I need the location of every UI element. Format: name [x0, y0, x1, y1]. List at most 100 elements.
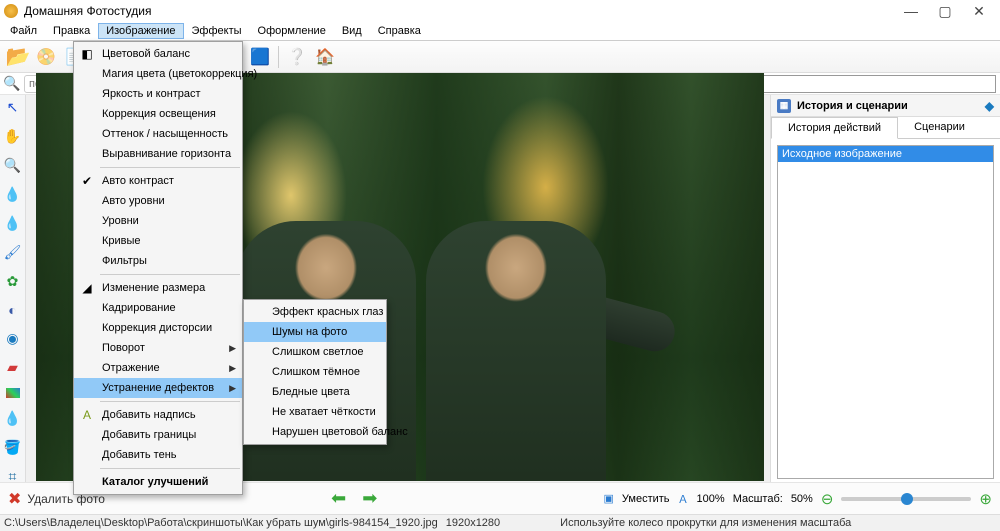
history-panel-icon: ▦ — [777, 99, 791, 113]
history-list[interactable]: Исходное изображение — [777, 145, 994, 479]
menu-item[interactable]: Яркость и контраст — [74, 84, 242, 104]
menu-item[interactable]: Оттенок / насыщенность — [74, 124, 242, 144]
menu-справка[interactable]: Справка — [370, 23, 429, 39]
menu-эффекты[interactable]: Эффекты — [184, 23, 250, 39]
menu-item-label: Устранение дефектов — [102, 382, 214, 394]
menu-item[interactable]: Каталог улучшений — [74, 472, 242, 492]
pointer-tool-icon[interactable]: ↖ — [4, 99, 22, 116]
brush-icon[interactable]: 🖌 — [4, 244, 22, 261]
status-bar: C:\Users\Владелец\Desktop\Работа\скриншо… — [0, 514, 1000, 531]
menu-item[interactable]: Добавить тень — [74, 445, 242, 465]
next-arrow-icon[interactable]: ➡ — [362, 488, 377, 509]
menu-item[interactable]: Кадрирование — [74, 298, 242, 318]
menu-item-label: Коррекция дисторсии — [102, 322, 212, 334]
menu-item-label: Добавить надпись — [102, 409, 196, 421]
menu-item-label: Изменение размера — [102, 282, 205, 294]
submenu-item[interactable]: Слишком светлое — [244, 342, 386, 362]
bucket-icon[interactable]: 🪣 — [4, 439, 22, 456]
minimize-button[interactable]: — — [894, 0, 928, 22]
menu-оформление[interactable]: Оформление — [250, 23, 334, 39]
toolbar-separator — [278, 46, 279, 68]
color-square-icon[interactable] — [6, 388, 20, 398]
stamp-icon[interactable]: ✿ — [4, 273, 22, 290]
menu-item[interactable]: Добавить границы — [74, 425, 242, 445]
zoom-in-icon[interactable]: ⊕ — [979, 490, 992, 508]
tab-history[interactable]: История действий — [771, 117, 898, 139]
spiral-icon[interactable]: ◉ — [4, 330, 22, 347]
menu-item[interactable]: Магия цвета (цветокоррекция) — [74, 64, 242, 84]
image-menu-dropdown: ◧Цветовой балансМагия цвета (цветокоррек… — [73, 41, 243, 495]
menu-item[interactable]: Коррекция дисторсии — [74, 318, 242, 338]
menu-item[interactable]: Выравнивание горизонта — [74, 144, 242, 164]
submenu-item[interactable]: Бледные цвета — [244, 382, 386, 402]
submenu-item[interactable]: Нарушен цветовой баланс — [244, 422, 386, 442]
submenu-arrow-icon: ▶ — [229, 363, 236, 374]
submenu-item[interactable]: Эффект красных глаз — [244, 302, 386, 322]
menu-изображение[interactable]: Изображение — [98, 23, 183, 39]
menu-item-label: Магия цвета (цветокоррекция) — [102, 68, 257, 80]
fit-icon[interactable]: ▣ — [604, 492, 614, 505]
zoom-slider[interactable] — [841, 497, 971, 501]
help-icon[interactable]: ❔ — [284, 44, 310, 70]
zoom-tool-icon[interactable]: 🔍 — [4, 157, 22, 174]
zoom-out-icon[interactable]: ⊖ — [821, 490, 834, 508]
menu-item[interactable]: ◢Изменение размера — [74, 278, 242, 298]
submenu-item[interactable]: Слишком тёмное — [244, 362, 386, 382]
submenu-item[interactable]: Не хватает чёткости — [244, 402, 386, 422]
maximize-button[interactable]: ▢ — [928, 0, 962, 22]
menu-item-label: Коррекция освещения — [102, 108, 216, 120]
menu-item[interactable]: ◧Цветовой баланс — [74, 44, 242, 64]
menu-item-label: Выравнивание горизонта — [102, 148, 231, 160]
menu-item[interactable]: Поворот ▶ — [74, 338, 242, 358]
menu-item[interactable]: Устранение дефектов ▶ — [74, 378, 242, 398]
prev-arrow-icon[interactable]: ⬅ — [331, 488, 346, 509]
menu-файл[interactable]: Файл — [2, 23, 45, 39]
open-icon[interactable]: 📂 — [5, 44, 31, 70]
history-item[interactable]: Исходное изображение — [778, 146, 993, 162]
menu-item[interactable]: Кривые — [74, 231, 242, 251]
search-icon[interactable]: 🔍 — [4, 76, 20, 92]
gradient-icon[interactable]: ▰ — [4, 359, 22, 376]
menu-вид[interactable]: Вид — [334, 23, 370, 39]
menu-item[interactable]: Фильтры — [74, 251, 242, 271]
scale-value: 50% — [791, 493, 813, 505]
menu-item-label: Авто уровни — [102, 195, 165, 207]
menubar: ФайлПравкаИзображениеЭффектыОформлениеВи… — [0, 22, 1000, 41]
menu-item[interactable]: ✔Авто контраст — [74, 171, 242, 191]
saturation-icon[interactable]: ◐ — [4, 302, 22, 318]
fit-label[interactable]: Уместить — [622, 493, 670, 505]
collage-icon[interactable]: 🟦 — [247, 44, 273, 70]
menu-item[interactable]: AДобавить надпись — [74, 405, 242, 425]
menu-правка[interactable]: Правка — [45, 23, 98, 39]
menu-item-label: Яркость и контраст — [102, 88, 201, 100]
pin-icon[interactable]: ◆ — [985, 99, 994, 113]
app-icon — [4, 4, 18, 18]
zoom-100-icon[interactable]: Ａ — [678, 491, 689, 507]
menu-item[interactable]: Уровни — [74, 211, 242, 231]
menu-item[interactable]: Коррекция освещения — [74, 104, 242, 124]
menu-item-label: Добавить тень — [102, 449, 177, 461]
tool-palette: ↖ ✋ 🔍 💧 💧 🖌 ✿ ◐ ◉ ▰ 💧 🪣 ⌗ — [0, 95, 26, 485]
close-button[interactable]: ✕ — [962, 0, 996, 22]
hand-tool-icon[interactable]: ✋ — [4, 128, 22, 145]
eyedropper2-icon[interactable]: 💧 — [4, 410, 22, 427]
camera-icon[interactable]: 📀 — [33, 44, 59, 70]
scale-label: Масштаб: — [733, 493, 783, 505]
menu-item-label: Фильтры — [102, 255, 147, 267]
menu-separator — [100, 167, 240, 168]
right-panel: ▦ История и сценарии ◆ История действий … — [770, 95, 1000, 485]
drop-icon[interactable]: 💧 — [4, 215, 22, 232]
right-panel-header: ▦ История и сценарии ◆ — [771, 95, 1000, 117]
menu-item-label: Кадрирование — [102, 302, 176, 314]
menu-item[interactable]: Авто уровни — [74, 191, 242, 211]
submenu-arrow-icon: ▶ — [229, 383, 236, 394]
submenu-item[interactable]: Шумы на фото — [244, 322, 386, 342]
submenu-arrow-icon: ▶ — [229, 343, 236, 354]
menu-separator — [100, 274, 240, 275]
menu-item[interactable]: Отражение ▶ — [74, 358, 242, 378]
eyedropper-icon[interactable]: 💧 — [4, 186, 22, 203]
home-icon[interactable]: 🏠 — [312, 44, 338, 70]
tab-scenarios[interactable]: Сценарии — [898, 117, 981, 138]
menu-item-label: Отражение — [102, 362, 160, 374]
menu-item-label: Поворот — [102, 342, 145, 354]
